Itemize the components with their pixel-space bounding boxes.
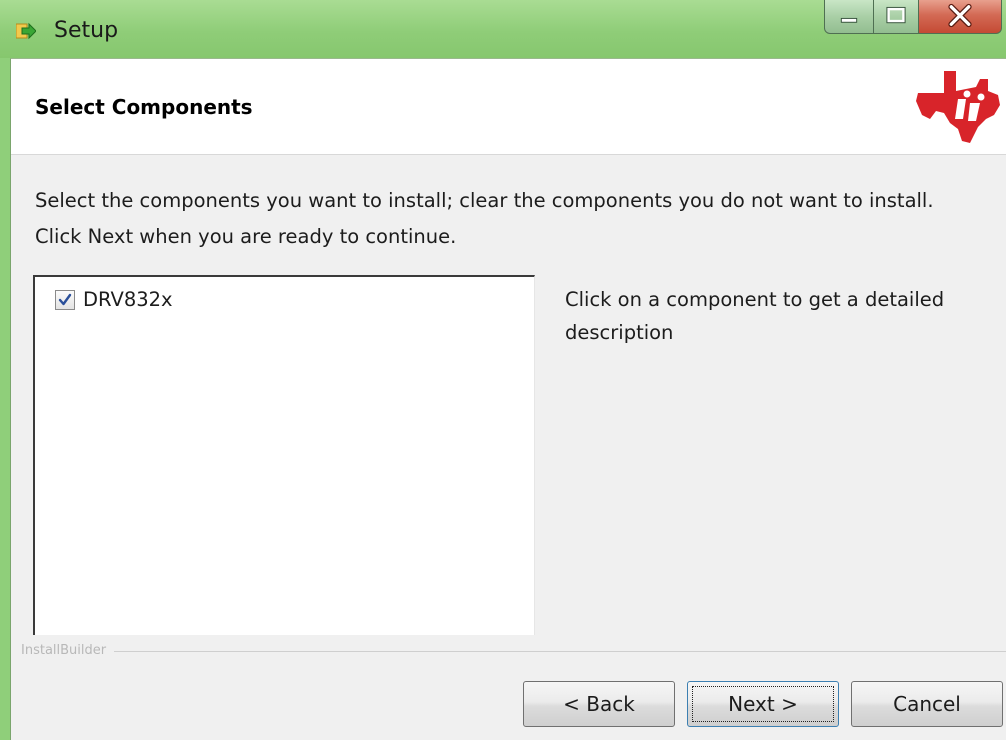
separator-line — [21, 651, 1006, 652]
minimize-icon — [840, 17, 858, 23]
ti-logo — [916, 71, 1000, 143]
list-item[interactable]: DRV832x — [55, 287, 173, 313]
dialog-client-area: Select Components Select the components … — [10, 58, 1006, 740]
cancel-button[interactable]: Cancel — [851, 681, 1003, 727]
setup-window: Setup Select Components Select the compo… — [0, 0, 1006, 740]
minimize-button[interactable] — [824, 0, 874, 34]
back-button-label: < Back — [563, 692, 635, 716]
cancel-button-label: Cancel — [893, 692, 961, 716]
component-description: Click on a component to get a detailed d… — [565, 288, 945, 344]
maximize-icon — [886, 6, 906, 24]
component-checkbox[interactable] — [55, 290, 75, 310]
checkmark-icon — [58, 293, 72, 306]
wizard-header: Select Components — [11, 59, 1006, 155]
installbuilder-label: InstallBuilder — [21, 641, 115, 661]
component-list[interactable]: DRV832x — [33, 275, 535, 635]
caption-buttons — [824, 0, 1002, 37]
installbuilder-separator: InstallBuilder — [21, 641, 1006, 661]
page-title: Select Components — [35, 95, 253, 119]
component-label: DRV832x — [83, 288, 173, 311]
instructions-text: Select the components you want to instal… — [35, 189, 934, 248]
next-button-label: Next > — [728, 692, 798, 716]
title-bar[interactable]: Setup — [0, 0, 1006, 58]
setup-arrow-icon — [15, 22, 37, 40]
next-button[interactable]: Next > — [687, 681, 839, 727]
back-button[interactable]: < Back — [523, 681, 675, 727]
maximize-button[interactable] — [873, 0, 919, 34]
close-button[interactable] — [918, 0, 1002, 34]
close-icon — [948, 3, 972, 28]
window-title: Setup — [54, 18, 119, 43]
